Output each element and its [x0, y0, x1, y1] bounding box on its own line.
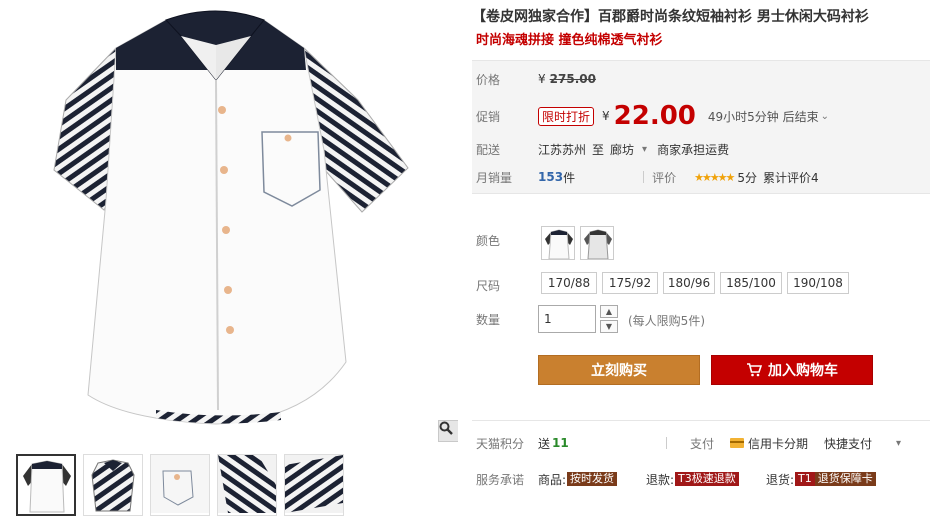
price-box: 价格 ¥ 275.00 促销 限时打折 ¥ 22.00 49小时5分钟 后结束 …	[472, 60, 930, 194]
points-label: 天猫积分	[476, 436, 525, 451]
zoom-button[interactable]	[438, 420, 458, 442]
quick-pay[interactable]: 快捷支付	[824, 435, 872, 452]
chevron-down-icon[interactable]: ⌄	[821, 111, 829, 122]
product-title: 【卷皮网独家合作】百郡爵时尚条纹短袖衬衫 男士休闲大码衬衫	[472, 9, 869, 25]
swatch-image	[584, 229, 612, 259]
quick-pay-chevron-icon[interactable]: ▾	[896, 438, 901, 449]
thumbnail-5[interactable]	[284, 454, 344, 516]
size-option[interactable]: 190/108	[787, 272, 849, 294]
credit-installment-label: 信用卡分期	[748, 436, 809, 451]
thumbnail-image	[285, 455, 343, 513]
main-product-photo	[6, 0, 458, 442]
service-return: 退货: T1 退货保障卡	[766, 471, 876, 488]
color-option-white-navy[interactable]	[541, 226, 575, 260]
swatch-image	[545, 229, 573, 259]
size-option[interactable]: 175/92	[602, 272, 658, 294]
points-send: 送	[538, 436, 551, 451]
extra-info: 天猫积分 送 11 支付 信用卡分期 快捷支付 ▾ 服务承诺 商品: 按时发货 …	[472, 420, 930, 518]
buy-now-label: 立刻购买	[591, 363, 647, 379]
credit-installment[interactable]: 信用卡分期	[730, 435, 808, 452]
original-price: 275.00	[549, 72, 596, 86]
chevron-down-icon: ▼	[605, 322, 613, 331]
quantity-label: 数量	[476, 313, 501, 327]
size-option[interactable]: 170/88	[541, 272, 597, 294]
service-refund-label: 退款:	[646, 472, 675, 487]
divider	[666, 437, 667, 449]
service-label: 服务承诺	[476, 472, 525, 487]
thumbnail-strip	[6, 446, 458, 518]
ship-to-word: 至	[592, 142, 605, 157]
product-subtitle: 时尚海魂拼接 撞色纯棉透气衬衫	[476, 33, 663, 48]
dest-chevron-icon[interactable]: ▾	[642, 144, 647, 155]
size-label: 尺码	[476, 279, 501, 293]
shipping-label: 配送	[476, 142, 501, 157]
thumbnail-4[interactable]	[217, 454, 277, 516]
promo-price: 22.00	[613, 101, 696, 131]
service-refund: 退款: T3极速退款	[646, 471, 739, 488]
shirt-image	[53, 10, 409, 425]
thumbnail-image	[23, 460, 71, 513]
rating-stars-icon: ★★★★★	[694, 170, 735, 184]
chevron-up-icon: ▲	[605, 307, 613, 316]
price-label: 价格	[476, 72, 501, 87]
thumbnail-2[interactable]	[83, 454, 143, 516]
service-goods: 商品: 按时发货	[538, 471, 618, 488]
ship-destination[interactable]: 廊坊	[610, 141, 634, 158]
quantity-input[interactable]	[538, 305, 596, 333]
purchase-limit: (每人限购5件)	[628, 314, 705, 328]
sales-unit: 件	[563, 170, 576, 185]
promo-label: 促销	[476, 109, 501, 124]
product-info-panel: 【卷皮网独家合作】百郡爵时尚条纹短袖衬衫 男士休闲大码衬衫 时尚海魂拼接 撞色纯…	[472, 0, 930, 518]
shipping-fee: 商家承担运费	[657, 142, 730, 157]
rating-score: 5分	[737, 170, 758, 185]
return-tag-badge[interactable]: T1	[795, 472, 815, 486]
thumbnail-1[interactable]	[16, 454, 76, 516]
service-return-label: 退货:	[766, 472, 795, 487]
quantity-down-button[interactable]: ▼	[600, 320, 618, 333]
quantity-up-button[interactable]: ▲	[600, 305, 618, 318]
size-option[interactable]: 185/100	[720, 272, 782, 294]
return-guarantee-badge[interactable]: 退货保障卡	[814, 472, 876, 486]
add-to-cart-label: 加入购物车	[768, 363, 838, 379]
promo-row: 促销 限时打折 ¥ 22.00 49小时5分钟 后结束 ⌄	[472, 101, 930, 131]
thumbnail-image	[91, 459, 135, 512]
pay-label: 支付	[690, 436, 715, 451]
credit-card-icon	[730, 438, 744, 448]
ontime-delivery-badge[interactable]: 按时发货	[567, 472, 618, 486]
promo-currency: ¥	[602, 109, 610, 123]
points-row: 天猫积分 送 11 支付 信用卡分期 快捷支付 ▾	[472, 433, 930, 453]
add-to-cart-button[interactable]: 加入购物车	[711, 355, 873, 385]
countdown: 49小时5分钟 后结束	[707, 109, 819, 124]
fast-refund-badge[interactable]: T3极速退款	[675, 472, 739, 486]
cumulative-reviews-link[interactable]: 累计评价4	[763, 169, 819, 186]
ship-from: 江苏苏州	[538, 142, 587, 157]
points-amount: 11	[552, 436, 569, 450]
currency-symbol: ¥	[538, 72, 546, 86]
service-row: 服务承诺 商品: 按时发货 退款: T3极速退款 退货: T1 退货保障卡	[472, 469, 930, 489]
thumbnail-image	[151, 455, 209, 513]
sales-label: 月销量	[476, 170, 513, 185]
thumbnail-3[interactable]	[150, 454, 210, 516]
sales-count: 153	[538, 170, 564, 184]
cart-icon	[747, 363, 762, 377]
rating-label: 评价	[652, 170, 677, 185]
color-label: 颜色	[476, 234, 501, 248]
size-option[interactable]: 180/96	[663, 272, 715, 294]
service-goods-label: 商品:	[538, 472, 567, 487]
magnifier-icon	[439, 421, 453, 435]
sales-row: 月销量 153 件 评价 ★★★★★ 5分 累计评价4	[472, 167, 930, 187]
color-option-grey[interactable]	[580, 226, 614, 260]
buy-now-button[interactable]: 立刻购买	[538, 355, 700, 385]
thumbnail-image	[218, 455, 276, 513]
promo-tag: 限时打折	[538, 106, 595, 126]
divider	[643, 171, 645, 183]
price-row: 价格 ¥ 275.00	[472, 69, 930, 89]
shipping-row: 配送 江苏苏州 至 廊坊 ▾ 商家承担运费	[472, 139, 930, 159]
